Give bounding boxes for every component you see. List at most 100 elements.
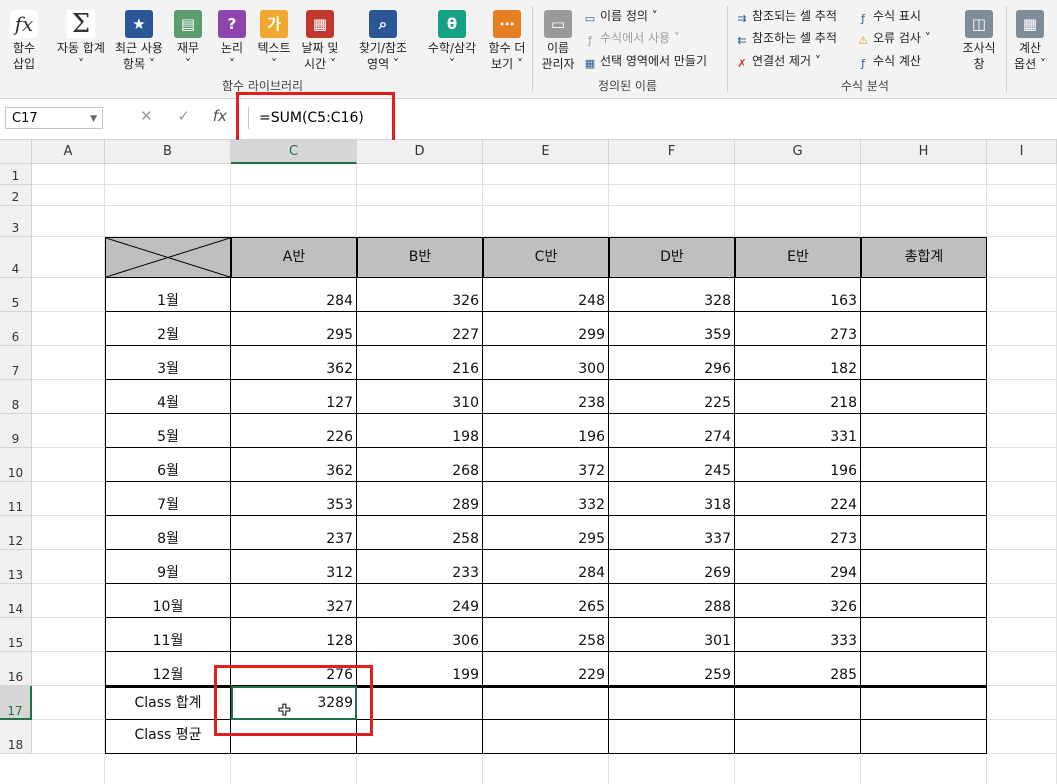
row-label-cell[interactable]: 1월 (105, 278, 231, 312)
value-cell[interactable]: 276 (231, 652, 357, 686)
class-sum-label[interactable]: Class 합계 (105, 686, 231, 720)
ribbon-button-calendar[interactable]: ▦ 날짜 및 시간 ˅ (296, 10, 344, 72)
table-header-cell[interactable]: B반 (357, 237, 483, 278)
error-checking-button[interactable]: ⚠ 오류 검사 ˅ (856, 30, 931, 48)
value-cell[interactable]: 285 (735, 652, 861, 686)
row-label-cell[interactable]: 2월 (105, 312, 231, 346)
row-label-cell[interactable]: 12월 (105, 652, 231, 686)
value-cell[interactable]: 301 (609, 618, 735, 652)
row-header-6[interactable]: 6 (0, 312, 32, 346)
ribbon-button-fx[interactable]: fx 함수 삽입 (4, 10, 44, 72)
summary-cell[interactable] (735, 686, 861, 720)
row-label-cell[interactable]: 10월 (105, 584, 231, 618)
create-from-selection-button[interactable]: ▦ 선택 영역에서 만들기 (583, 53, 707, 71)
table-header-cell[interactable]: A반 (231, 237, 357, 278)
row-header-15[interactable]: 15 (0, 618, 32, 652)
value-cell[interactable]: 163 (735, 278, 861, 312)
value-cell[interactable]: 128 (231, 618, 357, 652)
value-cell[interactable]: 258 (357, 516, 483, 550)
value-cell[interactable]: 299 (483, 312, 609, 346)
formula-input[interactable]: =SUM(C5:C16) (248, 107, 1048, 129)
value-cell[interactable]: 198 (357, 414, 483, 448)
ribbon-button-finance[interactable]: ▤ 재무 ˅ (168, 10, 208, 72)
row-header-1[interactable]: 1 (0, 164, 32, 185)
total-cell[interactable] (861, 516, 987, 550)
value-cell[interactable]: 182 (735, 346, 861, 380)
row-header-18[interactable]: 18 (0, 720, 32, 754)
value-cell[interactable]: 327 (231, 584, 357, 618)
ribbon-button-star[interactable]: ★ 최근 사용 항목 ˅ (110, 10, 168, 72)
watch-window-button[interactable]: ◫ 조사식 창 (957, 10, 1001, 72)
row-header-16[interactable]: 16 (0, 652, 32, 686)
column-header-d[interactable]: D (357, 140, 483, 164)
row-label-cell[interactable]: 3월 (105, 346, 231, 380)
value-cell[interactable]: 249 (357, 584, 483, 618)
name-box[interactable]: C17 ▼ (5, 107, 103, 129)
value-cell[interactable]: 284 (483, 550, 609, 584)
value-cell[interactable]: 353 (231, 482, 357, 516)
row-label-cell[interactable]: 4월 (105, 380, 231, 414)
total-cell[interactable] (861, 550, 987, 584)
row-header-10[interactable]: 10 (0, 448, 32, 482)
column-header-e[interactable]: E (483, 140, 609, 164)
value-cell[interactable]: 196 (483, 414, 609, 448)
row-header-14[interactable]: 14 (0, 584, 32, 618)
value-cell[interactable]: 196 (735, 448, 861, 482)
ribbon-button-math[interactable]: θ 수학/삼각 ˅ (424, 10, 480, 72)
value-cell[interactable]: 331 (735, 414, 861, 448)
value-cell[interactable]: 333 (735, 618, 861, 652)
summary-cell[interactable] (357, 720, 483, 754)
value-cell[interactable]: 229 (483, 652, 609, 686)
ribbon-button-logic[interactable]: ? 논리 ˅ (212, 10, 252, 72)
value-cell[interactable]: 310 (357, 380, 483, 414)
cancel-icon[interactable]: ✕ (140, 107, 153, 125)
total-cell[interactable] (861, 278, 987, 312)
summary-cell[interactable] (735, 720, 861, 754)
value-cell[interactable]: 306 (357, 618, 483, 652)
diagonal-header-cell[interactable] (105, 237, 231, 278)
value-cell[interactable]: 245 (609, 448, 735, 482)
trace-precedents-button[interactable]: ⇉ 참조되는 셀 추적 (735, 8, 837, 26)
column-header-i[interactable]: I (987, 140, 1057, 164)
summary-cell[interactable] (231, 720, 357, 754)
value-cell[interactable]: 337 (609, 516, 735, 550)
value-cell[interactable]: 274 (609, 414, 735, 448)
value-cell[interactable]: 332 (483, 482, 609, 516)
value-cell[interactable]: 362 (231, 346, 357, 380)
summary-cell[interactable] (483, 686, 609, 720)
row-header-2[interactable]: 2 (0, 185, 32, 206)
row-header-3[interactable]: 3 (0, 206, 32, 237)
trace-dependents-button[interactable]: ⇇ 참조하는 셀 추적 (735, 30, 837, 48)
total-cell[interactable] (861, 448, 987, 482)
total-cell[interactable] (861, 414, 987, 448)
row-header-13[interactable]: 13 (0, 550, 32, 584)
value-cell[interactable]: 226 (231, 414, 357, 448)
total-cell[interactable] (861, 346, 987, 380)
column-header-a[interactable]: A (32, 140, 105, 164)
ribbon-button-lookup[interactable]: ⌕ 찾기/참조 영역 ˅ (346, 10, 420, 72)
value-cell[interactable]: 233 (357, 550, 483, 584)
value-cell[interactable]: 289 (357, 482, 483, 516)
value-cell[interactable]: 326 (357, 278, 483, 312)
ribbon-button-text[interactable]: 가 텍스트 ˅ (254, 10, 294, 72)
total-cell[interactable] (861, 312, 987, 346)
insert-function-icon[interactable]: fx (213, 107, 227, 125)
column-header-c[interactable]: C (231, 140, 357, 164)
column-header-b[interactable]: B (105, 140, 231, 164)
table-header-cell[interactable]: E반 (735, 237, 861, 278)
summary-cell[interactable] (609, 686, 735, 720)
value-cell[interactable]: 224 (735, 482, 861, 516)
row-header-8[interactable]: 8 (0, 380, 32, 414)
value-cell[interactable]: 288 (609, 584, 735, 618)
total-cell[interactable] (861, 652, 987, 686)
value-cell[interactable]: 284 (231, 278, 357, 312)
value-cell[interactable]: 269 (609, 550, 735, 584)
row-header-17[interactable]: 17 (0, 686, 32, 720)
value-cell[interactable]: 127 (231, 380, 357, 414)
class-avg-label[interactable]: Class 평균 (105, 720, 231, 754)
table-header-cell[interactable]: 총합계 (861, 237, 987, 278)
row-label-cell[interactable]: 7월 (105, 482, 231, 516)
value-cell[interactable]: 273 (735, 516, 861, 550)
row-label-cell[interactable]: 6월 (105, 448, 231, 482)
value-cell[interactable]: 258 (483, 618, 609, 652)
